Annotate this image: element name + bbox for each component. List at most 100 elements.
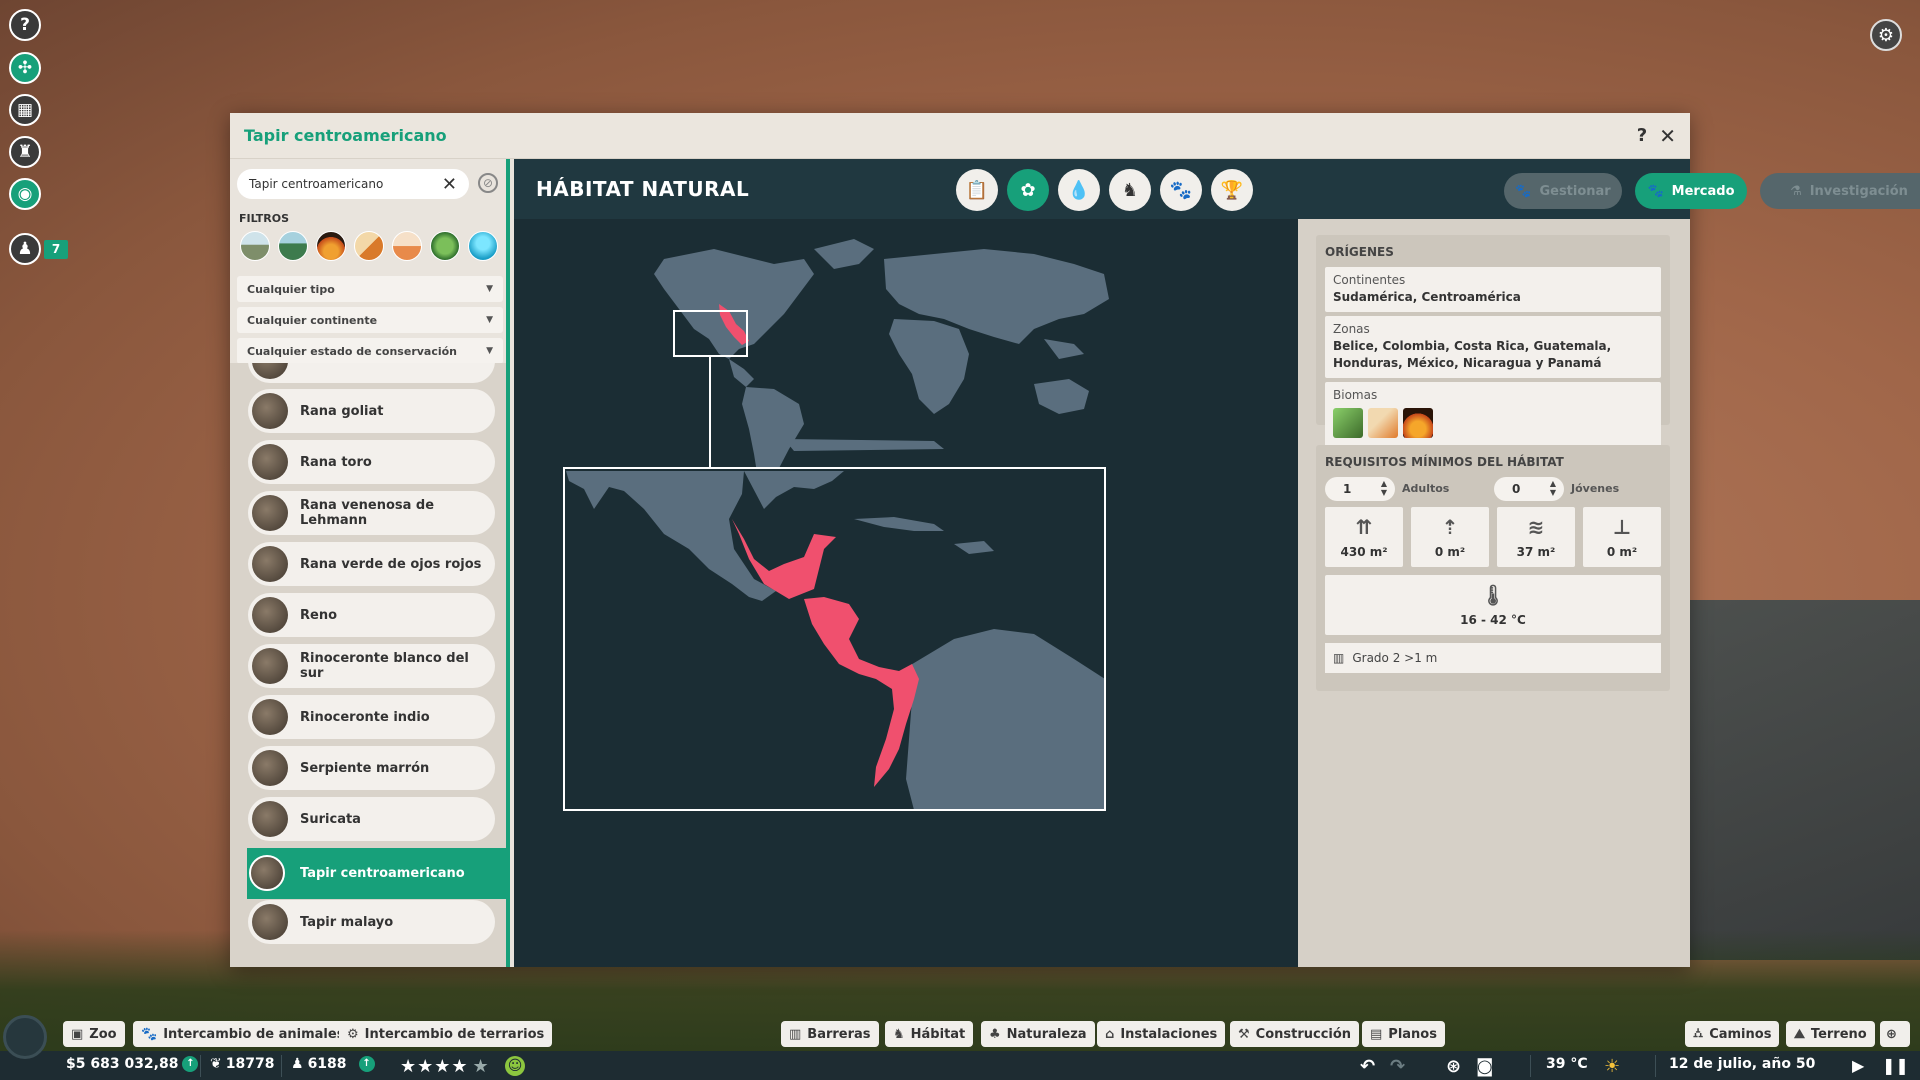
reset-filters-icon[interactable]: ⊘ xyxy=(478,173,498,193)
barrier-value: Grado 2 >1 m xyxy=(1352,651,1438,665)
terrarium-trade-label: Intercambio de terrarios xyxy=(364,1026,545,1042)
chevron-down-icon: ▼ xyxy=(486,284,493,294)
habitat-button[interactable]: ♞ Hábitat xyxy=(885,1021,974,1047)
market-button-label: Mercado xyxy=(1671,183,1735,199)
list-item[interactable]: Tapir malayo xyxy=(248,900,495,944)
list-item-label: Serpiente marrón xyxy=(300,760,430,776)
window-titlebar: Tapir centroamericano ? ✕ xyxy=(230,113,1690,159)
tab-welfare-drop-icon[interactable]: 💧 xyxy=(1058,169,1100,211)
barriers-button[interactable]: ▥ Barreras xyxy=(781,1021,879,1047)
conservation-dropdown[interactable]: Cualquier estado de conservación ▼ xyxy=(237,338,503,364)
list-item-selected[interactable]: Tapir centroamericano xyxy=(247,848,506,899)
play-icon[interactable]: ▶ xyxy=(1852,1056,1864,1075)
main-menu-circle-icon[interactable] xyxy=(3,1015,47,1059)
trophy-icon[interactable]: ♜ xyxy=(9,136,41,168)
window-close-button[interactable]: ✕ xyxy=(1659,124,1676,148)
biome-filter-savanna-icon[interactable] xyxy=(316,231,346,261)
list-item[interactable]: Suricata xyxy=(248,797,495,841)
tab-achievements-trophy-icon[interactable]: 🏆 xyxy=(1211,169,1253,211)
undo-icon[interactable]: ↶ xyxy=(1360,1056,1375,1077)
stepper-arrows-icon[interactable]: ▲ ▼ xyxy=(1550,479,1556,497)
barriers-label: Barreras xyxy=(807,1026,871,1042)
window-help-button[interactable]: ? xyxy=(1637,125,1647,146)
fence-icon: ▥ xyxy=(789,1026,802,1042)
pane-divider xyxy=(506,159,510,967)
bottom-toolbar: ▣ Zoo 🐾 Intercambio de animales ⚙ Intercamb… xyxy=(0,1015,1920,1051)
staff-icon[interactable]: ♟ xyxy=(9,233,41,265)
paths-button[interactable]: ⛼ Caminos xyxy=(1685,1021,1780,1047)
list-item[interactable]: Rana toro xyxy=(248,440,495,484)
zoo-icon: ▣ xyxy=(71,1026,84,1042)
pause-icon[interactable]: ❚❚ xyxy=(1882,1056,1909,1075)
zoo-button[interactable]: ▣ Zoo xyxy=(63,1021,125,1047)
land-area-icon: ⇈ xyxy=(1355,515,1373,539)
calendar-icon[interactable]: ▦ xyxy=(9,94,41,126)
list-item[interactable]: Serpiente marrón xyxy=(248,746,495,790)
list-item[interactable]: Reno xyxy=(248,593,495,637)
zoo-management-icon[interactable]: ✣ xyxy=(9,52,41,84)
blueprints-button[interactable]: ▤ Planos xyxy=(1362,1021,1445,1047)
research-button[interactable]: ⚗ Investigación xyxy=(1760,173,1920,209)
market-button[interactable]: 🐾 Mercado xyxy=(1635,173,1747,209)
habitat-label: Hábitat xyxy=(910,1026,966,1042)
biome-filter-desert-icon[interactable] xyxy=(392,231,422,261)
guests-icon: ♟ xyxy=(291,1056,304,1072)
camera-icon[interactable]: ◙ xyxy=(1476,1056,1493,1077)
young-value: 0 xyxy=(1512,482,1521,496)
blueprint-icon: ▤ xyxy=(1370,1026,1383,1042)
nature-button[interactable]: ♣ Naturaleza xyxy=(981,1021,1095,1047)
zoomed-map xyxy=(563,467,1106,811)
type-dropdown[interactable]: Cualquier tipo ▼ xyxy=(237,276,503,302)
eye-icon[interactable]: ◉ xyxy=(9,178,41,210)
animal-avatar xyxy=(252,444,288,480)
list-item[interactable]: Rana verde de ojos rojos xyxy=(248,542,495,586)
list-item[interactable]: Rana goliat xyxy=(248,389,495,433)
settings-gear-icon[interactable]: ⚙ xyxy=(1870,19,1902,51)
adults-stepper[interactable]: 1 ▲ ▼ xyxy=(1325,477,1395,501)
tab-summary-clipboard-icon[interactable]: 📋 xyxy=(956,169,998,211)
tab-enrichment-icon[interactable]: ♞ xyxy=(1109,169,1151,211)
list-item[interactable]: Rinoceronte blanco del sur xyxy=(248,644,495,688)
no-entry-icon[interactable]: ⊛ xyxy=(1446,1056,1461,1077)
search-input[interactable]: Tapir centroamericano ✕ xyxy=(237,169,469,199)
biome-filter-taiga-icon[interactable] xyxy=(354,231,384,261)
biome-filter-aquatic-icon[interactable] xyxy=(468,231,498,261)
date-value: 12 de julio, año 50 xyxy=(1669,1056,1816,1072)
clear-search-icon[interactable]: ✕ xyxy=(442,174,457,195)
animal-avatar xyxy=(252,648,288,684)
deep-water-value: 0 m² xyxy=(1606,545,1638,559)
animal-list[interactable]: Rana goliat Rana toro Rana venenosa de L… xyxy=(230,363,506,967)
list-item-label: Reno xyxy=(300,607,338,623)
tab-behaviour-paw-icon[interactable]: 🐾 xyxy=(1160,169,1202,211)
tab-habitat-plant-icon[interactable]: ✿ xyxy=(1007,169,1049,211)
animal-avatar xyxy=(249,855,285,891)
terrain-button[interactable]: ⛰ Terreno xyxy=(1786,1021,1875,1047)
continent-dropdown[interactable]: Cualquier continente ▼ xyxy=(237,307,503,333)
facilities-button[interactable]: ⌂ Instalaciones xyxy=(1097,1021,1226,1047)
animal-avatar xyxy=(252,495,288,531)
status-bar xyxy=(0,1051,1920,1080)
help-icon[interactable]: ? xyxy=(9,9,41,41)
redo-icon[interactable]: ↷ xyxy=(1390,1056,1405,1077)
young-stepper[interactable]: 0 ▲ ▼ xyxy=(1494,477,1564,501)
biome-filter-temperate-icon[interactable] xyxy=(278,231,308,261)
animal-trade-button[interactable]: 🐾 Intercambio de animales xyxy=(133,1021,353,1047)
zones-card: Zonas Belice, Colombia, Costa Rica, Guat… xyxy=(1325,316,1661,378)
list-item[interactable]: Rinoceronte indio xyxy=(248,695,495,739)
weather-temperature-value: 39 °C xyxy=(1546,1056,1588,1072)
stepper-arrows-icon[interactable]: ▲ ▼ xyxy=(1381,479,1387,497)
info-header-bar: HÁBITAT NATURAL 📋 ✿ 💧 ♞ 🐾 🏆 🐾 Gestionar 🐾… xyxy=(514,159,1920,219)
biome-filter-grassland-icon[interactable] xyxy=(240,231,270,261)
more-button[interactable]: ⊕ xyxy=(1880,1021,1910,1047)
terrarium-trade-button[interactable]: ⚙ Intercambio de terrarios xyxy=(339,1021,553,1047)
nature-label: Naturaleza xyxy=(1006,1026,1087,1042)
list-item[interactable]: Rana venenosa de Lehmann xyxy=(248,491,495,535)
biome-filter-row xyxy=(240,231,498,261)
zoo-rating-stars: ★★★★ ★ xyxy=(400,1056,490,1077)
construction-button[interactable]: ⚒ Construcción xyxy=(1230,1021,1360,1047)
list-item-partial[interactable] xyxy=(248,363,495,383)
manage-button[interactable]: 🐾 Gestionar xyxy=(1504,173,1622,209)
adults-label: Adultos xyxy=(1402,482,1450,495)
biome-filter-tropical-icon[interactable] xyxy=(430,231,460,261)
animal-avatar xyxy=(252,904,288,940)
